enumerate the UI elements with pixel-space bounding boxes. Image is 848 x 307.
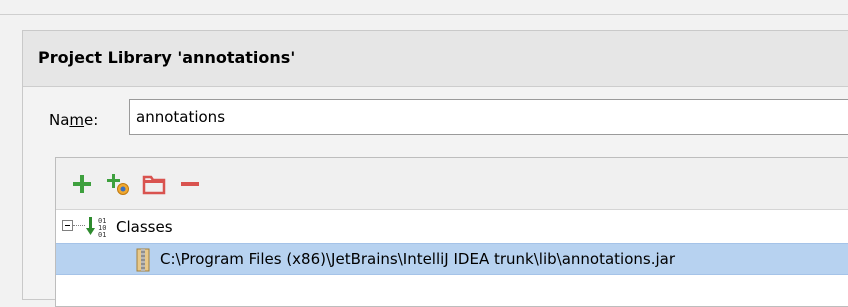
library-name-input[interactable]: [129, 99, 848, 135]
jar-archive-icon: [136, 248, 150, 272]
add-icon: [73, 175, 91, 193]
add-javadoc-button[interactable]: [106, 172, 130, 196]
tree-toolbar: [56, 158, 848, 210]
name-label-suffix: e:: [84, 111, 99, 129]
jar-path-label: C:\Program Files (x86)\JetBrains\Intelli…: [160, 250, 675, 268]
classes-label: Classes: [116, 218, 173, 236]
classes-icon-digits-3: 01: [98, 231, 106, 239]
dialog-header: Project Library 'annotations': [23, 31, 848, 87]
tree-node-classes[interactable]: 01 10 01 Classes: [56, 211, 848, 243]
name-label-mnemonic: m: [69, 111, 85, 129]
library-roots-tree: 01 10 01 Classes C:\Program Files (x86)\…: [55, 157, 848, 307]
name-label: Name:: [49, 111, 98, 129]
remove-button[interactable]: [178, 172, 202, 196]
classes-root-icon: 01 10 01: [86, 217, 106, 239]
add-javadoc-icon: [107, 174, 129, 195]
library-editor-panel: Project Library 'annotations' Name: anno…: [22, 30, 848, 307]
tree-connector: [73, 225, 85, 226]
add-folder-button[interactable]: [142, 172, 166, 196]
add-button[interactable]: [70, 172, 94, 196]
dialog-title: Project Library 'annotations': [38, 48, 296, 67]
remove-icon: [181, 182, 199, 186]
folder-icon: [142, 175, 166, 195]
name-label-prefix: Na: [49, 111, 70, 129]
window-top-divider: [0, 14, 848, 15]
tree-item-jar[interactable]: C:\Program Files (x86)\JetBrains\Intelli…: [56, 243, 848, 275]
collapse-toggle[interactable]: [62, 220, 73, 231]
